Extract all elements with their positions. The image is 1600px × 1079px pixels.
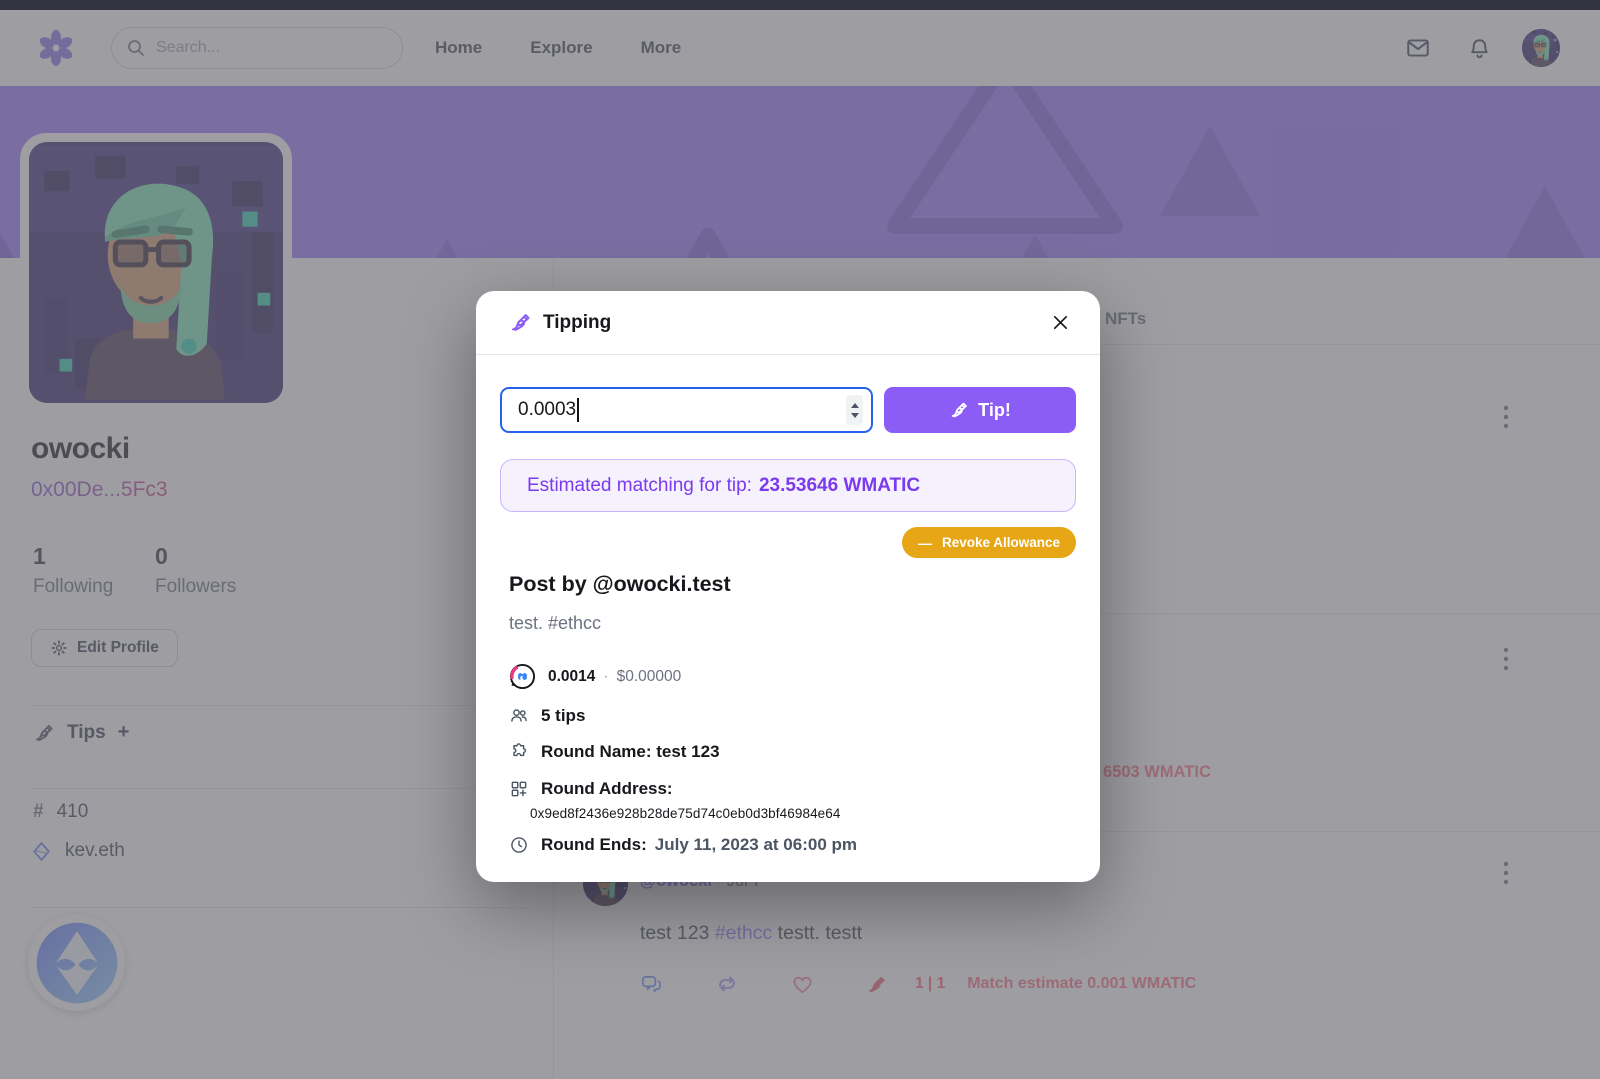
tips-count: 5 tips [541,706,585,726]
modal-title: Tipping [543,312,611,334]
qr-code-icon [509,779,529,799]
window-top-strip [0,0,1600,10]
estimated-matching-banner: Estimated matching for tip: 23.53646 WMA… [500,459,1076,512]
revoke-allowance-label: Revoke Allowance [942,535,1060,550]
token-usd-value: $0.00000 [617,668,682,686]
puzzle-icon [509,742,529,762]
token-amount: 0.0014 [548,668,595,686]
matching-label: Estimated matching for tip: [527,475,752,497]
stepper-down-icon[interactable] [851,413,859,418]
stepper-up-icon[interactable] [851,403,859,408]
round-ends-label: Round Ends: [541,835,647,855]
round-name: Round Name: test 123 [541,742,720,762]
tip-icon [509,311,532,334]
token-amount-row: 0.0014 · $0.00000 [509,663,681,690]
clock-icon [509,835,529,855]
tip-icon [949,400,969,420]
modal-post-title: Post by @owocki.test [509,572,731,597]
text-caret [577,398,579,422]
modal-post-excerpt: test. #ethcc [509,613,601,634]
matching-value: 23.53646 WMATIC [759,475,920,497]
people-icon [509,706,529,726]
tips-count-row: 5 tips [509,706,585,726]
round-address-value: 0x9ed8f2436e928b28de75d74c0eb0d3bf46984e… [530,806,841,821]
round-address-label: Round Address: [541,779,673,799]
number-stepper[interactable] [846,395,863,425]
tip-amount-value: 0.0003 [518,399,576,421]
tipping-modal: Tipping 0.0003 Tip! Estimated matching f… [476,291,1100,882]
round-ends-value: July 11, 2023 at 06:00 pm [655,835,857,855]
round-name-row: Round Name: test 123 [509,742,720,762]
close-button[interactable] [1046,309,1074,337]
revoke-allowance-button[interactable]: — Revoke Allowance [902,527,1076,558]
tip-submit-button[interactable]: Tip! [884,387,1076,433]
round-ends-row: Round Ends: July 11, 2023 at 06:00 pm [509,835,857,855]
tip-amount-input[interactable]: 0.0003 [500,387,873,433]
round-address-row: Round Address: [509,779,673,799]
tip-button-label: Tip! [978,400,1011,421]
close-icon [1051,313,1070,332]
modal-header: Tipping [476,291,1100,355]
wmatic-token-icon [509,663,536,690]
minus-icon: — [918,535,932,551]
dot-separator: · [603,668,608,686]
